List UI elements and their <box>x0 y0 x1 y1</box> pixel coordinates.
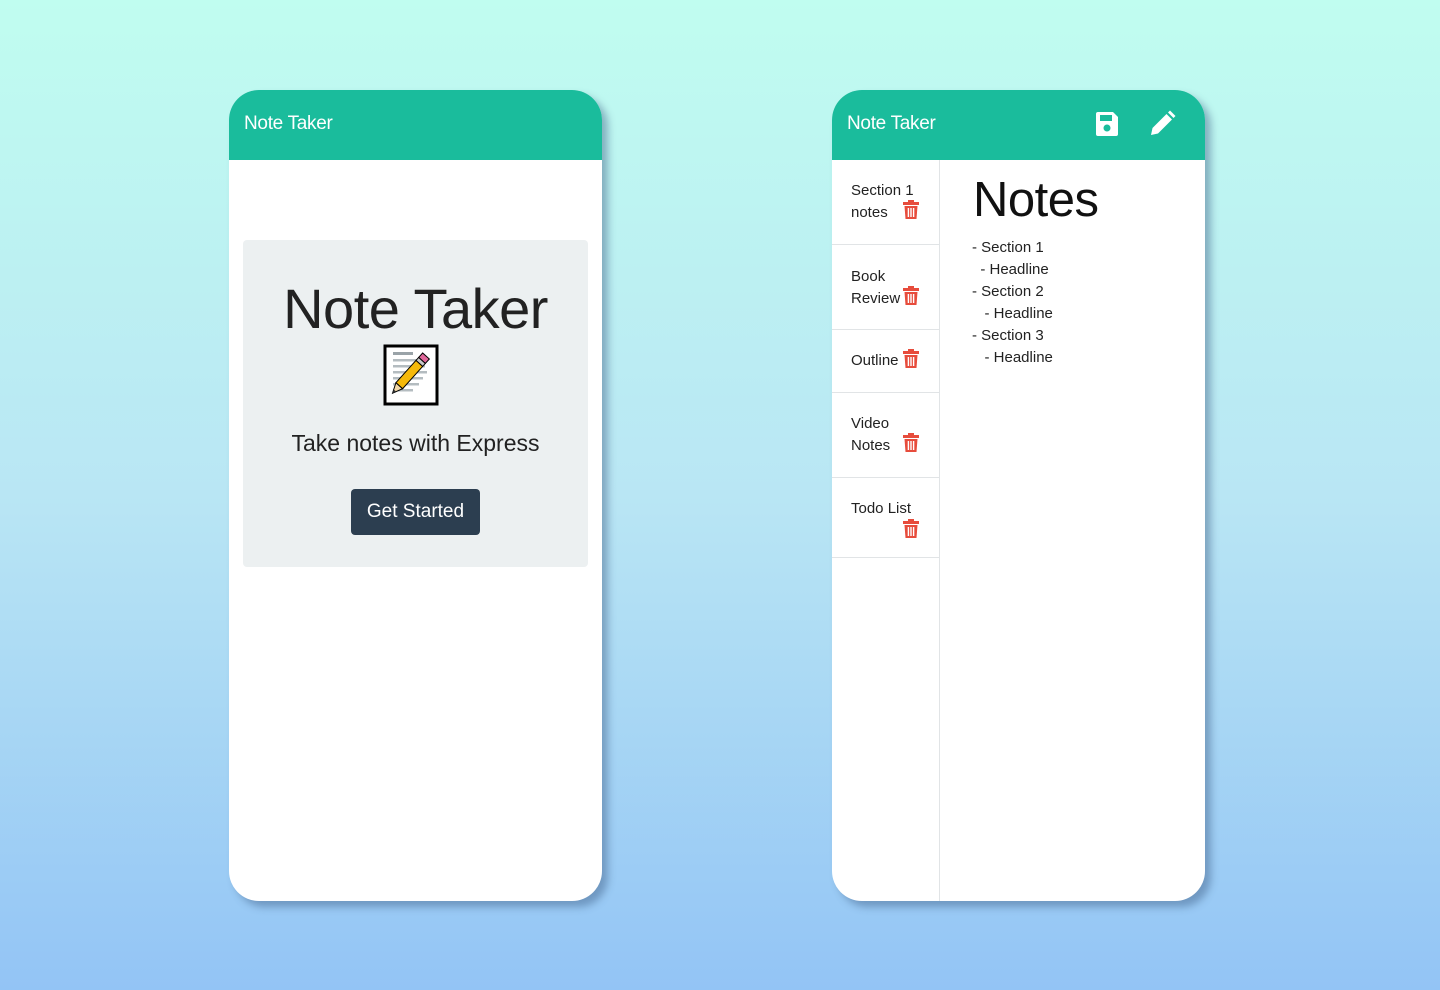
list-item[interactable]: Outline <box>832 330 939 393</box>
landing-title: Note Taker <box>283 277 548 340</box>
note-body-line: - Section 1 <box>972 239 1044 256</box>
notes-navbar: Note Taker <box>832 90 1205 160</box>
note-body-line: - Section 2 <box>972 283 1044 300</box>
save-icon[interactable] <box>1092 109 1122 139</box>
note-title[interactable]: Todo List <box>851 498 921 520</box>
landing-navbar: Note Taker <box>229 90 602 160</box>
trash-icon[interactable] <box>903 200 919 219</box>
memo-icon <box>383 344 439 406</box>
landing-lead: Take notes with Express <box>291 430 540 456</box>
note-body-line: - Headline <box>972 349 1053 366</box>
trash-icon[interactable] <box>903 349 919 368</box>
note-title-input[interactable]: Notes <box>973 172 1099 228</box>
trash-icon[interactable] <box>903 519 919 538</box>
list-item[interactable]: Section 1 notes <box>832 160 939 245</box>
list-item[interactable]: Todo List <box>832 478 939 558</box>
navbar-brand[interactable]: Note Taker <box>847 113 936 135</box>
note-editor[interactable]: Notes - Section 1 - Headline - Section 2… <box>940 160 1205 901</box>
note-body-line: - Headline <box>972 261 1049 278</box>
note-body-line: - Section 3 <box>972 327 1044 344</box>
list-item[interactable]: Video Notes <box>832 393 939 478</box>
pencil-icon[interactable] <box>1147 109 1177 139</box>
list-item[interactable]: Book Review <box>832 245 939 330</box>
note-body-line: - Headline <box>972 305 1053 322</box>
jumbotron: Note Taker Take notes with Express Get S… <box>243 240 588 567</box>
navbar-brand[interactable]: Note Taker <box>244 113 333 135</box>
trash-icon[interactable] <box>903 433 919 452</box>
notes-list: Section 1 notes Book Review Outline Vide… <box>832 160 940 901</box>
landing-screen: Note Taker Note Taker Take notes with Ex… <box>229 90 602 901</box>
notes-screen: Note Taker Section 1 notes Book Review O… <box>832 90 1205 901</box>
trash-icon[interactable] <box>903 286 919 305</box>
get-started-button[interactable]: Get Started <box>351 489 480 535</box>
